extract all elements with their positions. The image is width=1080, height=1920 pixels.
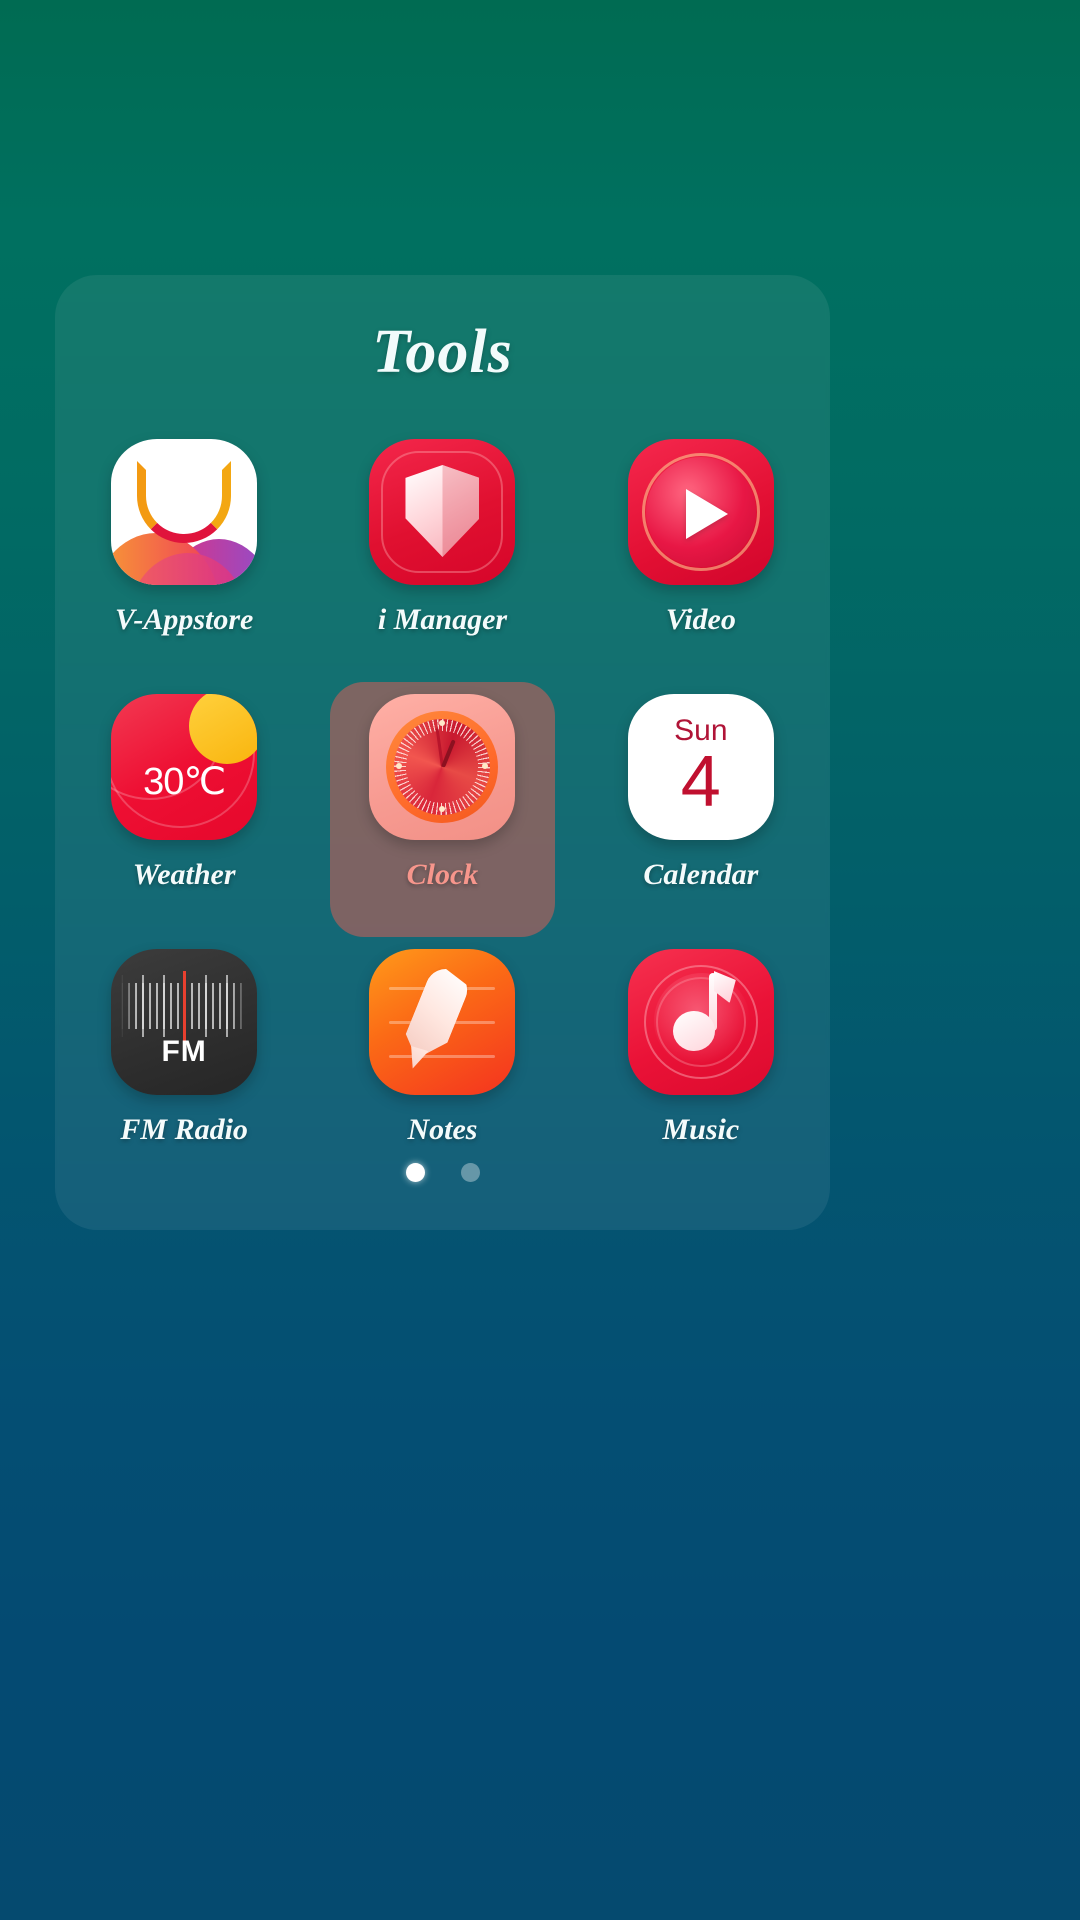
app-label: Calendar [643, 858, 759, 891]
fm-label: FM [161, 1035, 207, 1068]
appstore-bag-handle [137, 461, 232, 543]
page-dot-1[interactable] [405, 1163, 425, 1182]
fm-radio-icon[interactable]: FM [111, 949, 258, 1095]
page-dot-2[interactable] [460, 1163, 480, 1182]
folder-title[interactable]: Tools [55, 317, 830, 388]
app-label: V-Appstore [114, 603, 254, 636]
music-note-icon[interactable] [627, 949, 774, 1095]
app-item-notes[interactable]: Notes [330, 937, 555, 1192]
app-label: Clock [406, 858, 479, 891]
page-indicator [55, 1163, 830, 1182]
folder-panel: Tools V-Appstore i Manager Video 30℃ Wea… [55, 275, 830, 1230]
play-triangle-icon [685, 489, 728, 539]
app-item-music[interactable]: Music [588, 937, 813, 1192]
app-label: Weather [132, 858, 236, 891]
app-item-video[interactable]: Video [588, 427, 813, 682]
app-item-clock[interactable]: Clock [329, 682, 555, 937]
app-grid: V-Appstore i Manager Video 30℃ Weather C… [55, 427, 830, 1192]
app-item-weather[interactable]: 30℃ Weather [72, 682, 297, 937]
notes-quill-icon[interactable] [369, 949, 516, 1095]
app-item-fm-radio[interactable]: FM FM Radio [72, 937, 297, 1192]
app-label: Music [662, 1113, 740, 1146]
notes-line-3 [389, 1055, 496, 1058]
clock-icon[interactable] [369, 694, 516, 840]
app-label: Video [665, 603, 736, 636]
app-label: i Manager [377, 603, 508, 636]
i-manager-shield-icon[interactable] [369, 439, 516, 585]
weather-temperature: 30℃ [143, 761, 226, 803]
v-appstore-icon[interactable] [111, 439, 258, 585]
app-label: FM Radio [120, 1113, 248, 1146]
video-play-icon[interactable] [627, 439, 774, 585]
calendar-icon[interactable]: Sun 4 [627, 694, 774, 840]
app-item-i-manager[interactable]: i Manager [330, 427, 555, 682]
music-note-head [672, 1011, 715, 1051]
fm-tuner-needle [183, 971, 187, 1043]
app-item-v-appstore[interactable]: V-Appstore [72, 427, 297, 682]
weather-icon[interactable]: 30℃ [111, 694, 258, 840]
quill-icon [399, 963, 474, 1068]
calendar-date: 4 [680, 742, 721, 822]
app-item-calendar[interactable]: Sun 4 Calendar [588, 682, 813, 937]
app-label: Notes [407, 1113, 478, 1146]
